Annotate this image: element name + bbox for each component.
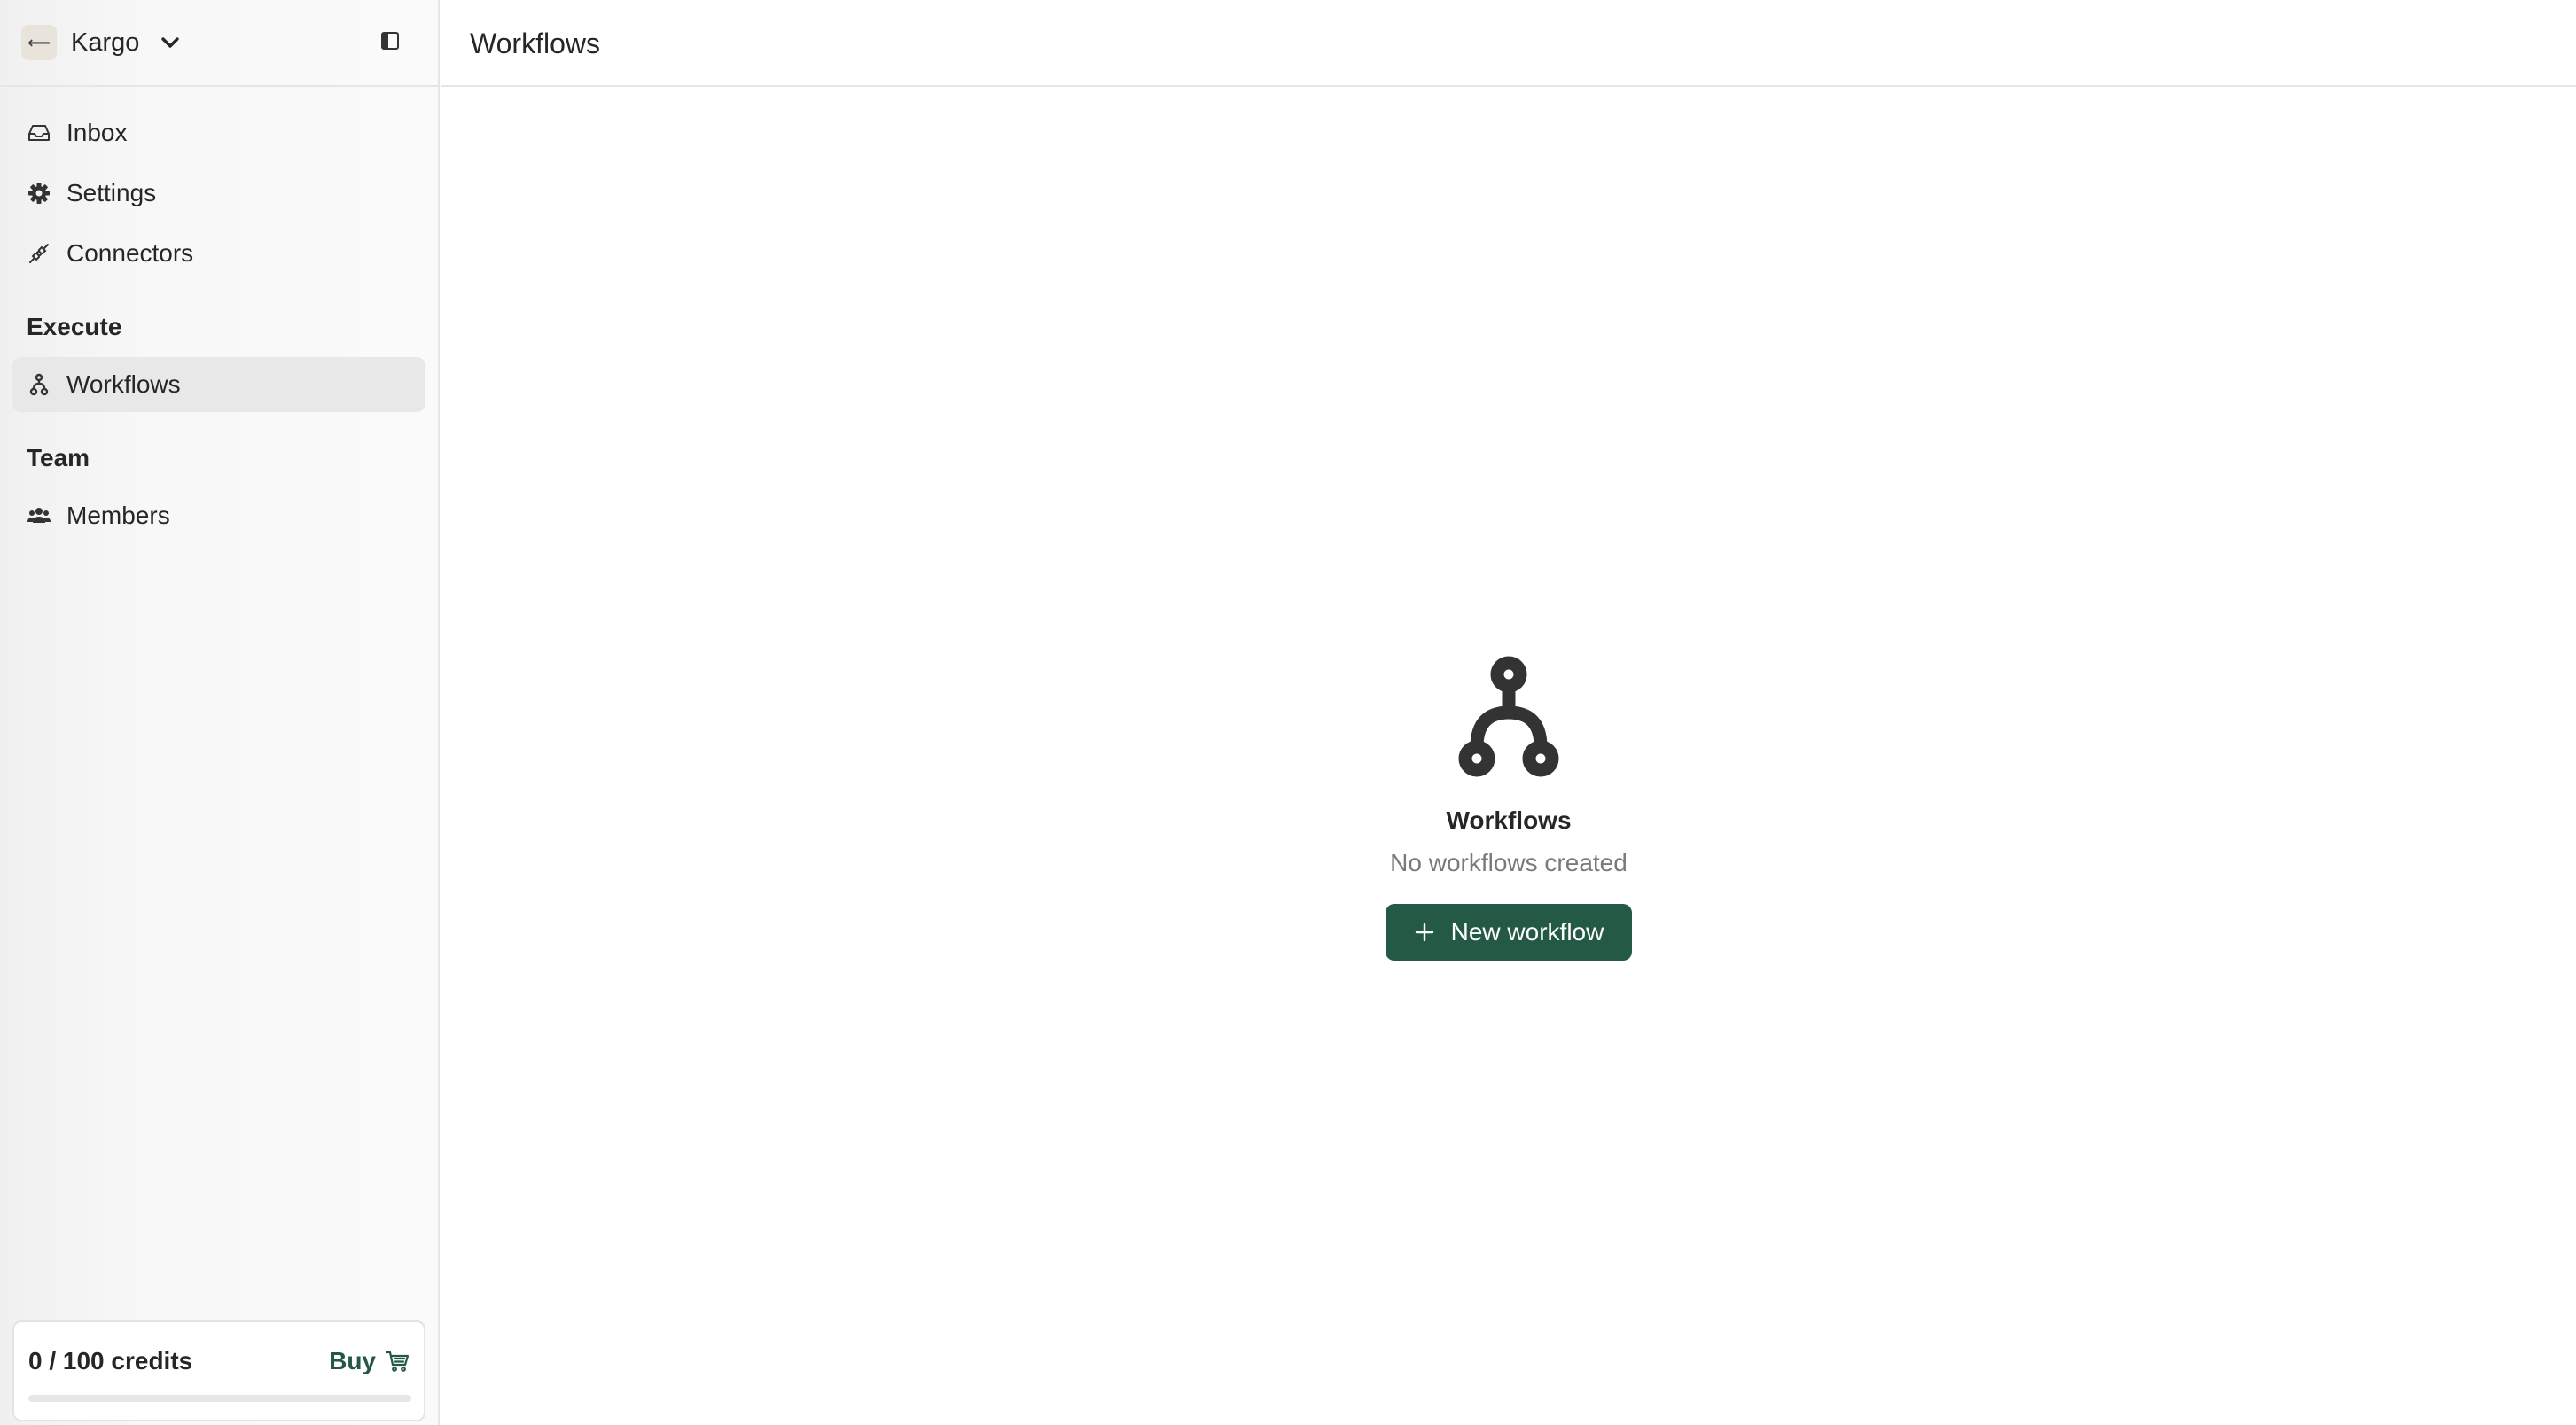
workspace-avatar: ⟵	[21, 25, 57, 60]
workspace-name: Kargo	[71, 27, 140, 57]
sidebar-item-label: Settings	[66, 179, 157, 206]
sidebar-item-label: Workflows	[66, 370, 181, 398]
buy-credits-button[interactable]: Buy	[329, 1347, 410, 1375]
sidebar-divider	[0, 85, 438, 87]
section-title-team: Team	[27, 444, 90, 471]
cart-icon	[385, 1349, 410, 1374]
sidebar-item-label: Members	[66, 502, 170, 529]
sidebar-item-connectors[interactable]: Connectors	[12, 226, 425, 281]
sidebar: ⟵ Kargo Inbox Settings Connectors Execut…	[0, 0, 440, 1425]
sidebar-item-workflows[interactable]: Workflows	[12, 357, 425, 412]
inbox-icon	[27, 121, 51, 145]
top-bar: Workflows	[441, 0, 2576, 87]
empty-state-title: Workflows	[1446, 806, 1572, 834]
sidebar-item-members[interactable]: Members	[12, 488, 425, 543]
sidebar-item-label: Inbox	[66, 119, 128, 146]
sidebar-item-inbox[interactable]: Inbox	[12, 105, 425, 160]
sidebar-collapse-button[interactable]	[376, 28, 404, 57]
new-workflow-label: New workflow	[1450, 918, 1604, 946]
chevron-down-icon	[159, 31, 182, 54]
users-icon	[27, 503, 51, 528]
buy-label: Buy	[329, 1347, 376, 1374]
new-workflow-button[interactable]: New workflow	[1386, 904, 1632, 961]
workflow-icon	[27, 372, 51, 397]
page-title: Workflows	[470, 27, 600, 59]
sidebar-item-settings[interactable]: Settings	[12, 166, 425, 221]
plus-icon	[1414, 922, 1435, 943]
empty-state-subtitle: No workflows created	[1390, 849, 1628, 876]
workflow-icon	[1458, 656, 1559, 780]
empty-state: Workflows No workflows created New workf…	[1287, 656, 1730, 966]
sidebar-collapse-icon	[380, 31, 400, 55]
credits-label: 0 / 100 credits	[28, 1347, 193, 1374]
workspace-avatar-glyph: ⟵	[27, 33, 51, 51]
section-title-execute: Execute	[27, 313, 122, 340]
sidebar-item-label: Connectors	[66, 239, 194, 267]
credits-progress-bar	[28, 1395, 411, 1402]
gear-icon	[27, 181, 51, 206]
workspace-switcher[interactable]: ⟵ Kargo	[21, 23, 182, 62]
credits-card: 0 / 100 credits Buy	[12, 1320, 425, 1421]
plug-icon	[27, 241, 51, 266]
